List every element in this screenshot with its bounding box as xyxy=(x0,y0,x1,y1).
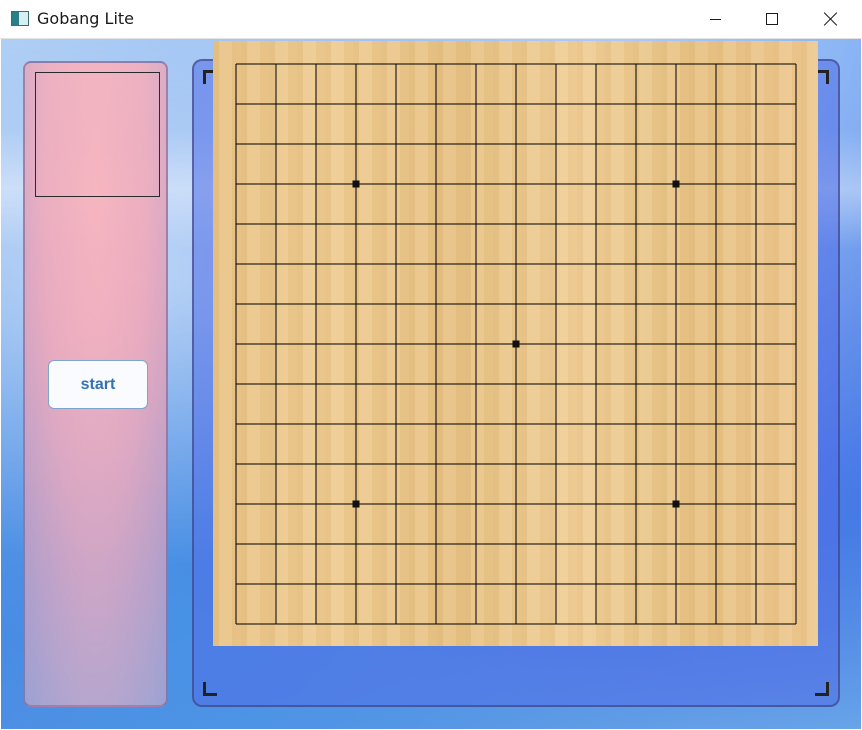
corner-bracket-icon xyxy=(203,682,217,696)
star-point xyxy=(672,180,680,188)
star-point xyxy=(512,340,520,348)
gobang-board[interactable] xyxy=(213,41,818,646)
minimize-icon xyxy=(709,18,721,20)
window-title: Gobang Lite xyxy=(37,9,135,28)
minimize-button[interactable] xyxy=(686,0,744,38)
title-bar: Gobang Lite xyxy=(0,0,862,39)
close-icon xyxy=(824,12,838,26)
maximize-button[interactable] xyxy=(743,0,801,38)
side-panel: start xyxy=(23,61,168,707)
start-button[interactable]: start xyxy=(48,360,148,409)
board-grid[interactable] xyxy=(213,41,818,646)
corner-bracket-icon xyxy=(815,682,829,696)
player-preview-box xyxy=(35,72,160,197)
app-icon xyxy=(11,11,29,26)
star-point xyxy=(352,500,360,508)
star-point xyxy=(672,500,680,508)
star-point xyxy=(352,180,360,188)
maximize-icon xyxy=(766,13,778,25)
close-button[interactable] xyxy=(802,0,860,38)
